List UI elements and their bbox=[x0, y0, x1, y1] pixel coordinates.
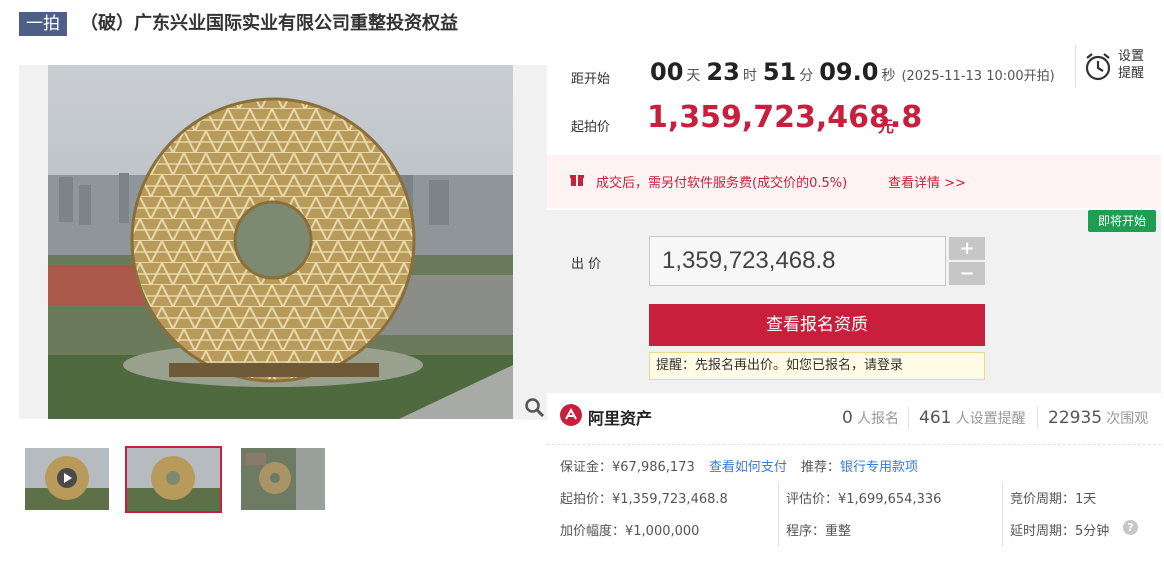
deposit-row: 保证金：¥67,986,173 查看如何支付 推荐：银行专用款项 bbox=[560, 456, 918, 475]
start-time-note: (2025-11-13 10:00开拍) bbox=[901, 69, 1055, 84]
view-count-value: 22935 bbox=[1048, 408, 1103, 428]
thumbnail-photo-selected[interactable] bbox=[125, 446, 222, 513]
decrease-bid-button[interactable]: − bbox=[949, 262, 985, 285]
signup-count-value: 0 bbox=[842, 408, 853, 428]
countdown-label: 距开始 bbox=[571, 72, 611, 87]
thumbnail-video[interactable] bbox=[25, 448, 109, 510]
platform-name: 阿里资产 bbox=[588, 409, 653, 428]
view-details-link[interactable]: 查看详情 >> bbox=[888, 172, 966, 191]
deposit-value: ¥67,986,173 bbox=[612, 460, 695, 475]
reminder-count-label: 人设置提醒 bbox=[955, 411, 1026, 427]
countdown-hours: 23 bbox=[706, 58, 740, 86]
column-divider bbox=[778, 482, 779, 546]
alarm-clock-icon[interactable] bbox=[1084, 51, 1112, 87]
countdown-timer: 00 天 23 时 51 分 09.0 秒 (2025-11-13 10:00开拍) bbox=[650, 58, 1055, 86]
minutes-unit: 分 bbox=[799, 68, 814, 84]
status-badge: 即将开始 bbox=[1088, 210, 1156, 232]
detail-bid-cycle: 竞价周期：1天 bbox=[1010, 492, 1097, 507]
building-photo-illustration bbox=[48, 65, 513, 419]
detail-procedure: 程序：重整 bbox=[786, 524, 852, 539]
countdown-seconds: 09.0 bbox=[819, 58, 879, 86]
detail-extension-cycle: 延时周期：5分钟 bbox=[1010, 524, 1110, 539]
detail-start-price: 起拍价：¥1,359,723,468.8 bbox=[560, 492, 728, 507]
reminder-count: 461 人设置提醒 bbox=[919, 408, 1026, 428]
bank-payment-link[interactable]: 银行专用款项 bbox=[840, 460, 918, 475]
countdown-days: 00 bbox=[650, 58, 684, 86]
detail-increment: 加价幅度：¥1,000,000 bbox=[560, 524, 700, 539]
login-tip: 提醒：先报名再出价。如您已报名，请登录 bbox=[649, 352, 985, 380]
main-photo[interactable] bbox=[19, 65, 547, 419]
gift-icon bbox=[570, 172, 584, 191]
page-title: （破）广东兴业国际实业有限公司重整投资权益 bbox=[80, 13, 458, 34]
ali-logo-icon bbox=[560, 404, 582, 426]
column-divider bbox=[1002, 482, 1003, 546]
set-reminder-label[interactable]: 设置提醒 bbox=[1118, 48, 1152, 82]
view-count-label: 次围观 bbox=[1106, 411, 1149, 427]
search-zoom-icon[interactable] bbox=[522, 395, 547, 420]
deposit-label: 保证金： bbox=[560, 460, 613, 475]
service-fee-text: 成交后，需另付软件服务费(成交价的0.5%) bbox=[596, 176, 848, 191]
reminder-count-value: 461 bbox=[919, 408, 952, 428]
increase-bid-button[interactable]: + bbox=[949, 237, 985, 260]
bid-amount-input[interactable]: 1,359,723,468.8 bbox=[649, 236, 946, 286]
bid-label: 出 价 bbox=[571, 257, 602, 272]
start-price-unit: 元 bbox=[878, 117, 895, 136]
signup-count: 0 人报名 bbox=[842, 408, 899, 428]
signup-count-label: 人报名 bbox=[856, 411, 899, 427]
thumbnail-aerial[interactable] bbox=[241, 448, 325, 510]
view-count: 22935 次围观 bbox=[1048, 408, 1148, 428]
recommend-label: 推荐： bbox=[801, 460, 841, 475]
start-price-label: 起拍价 bbox=[571, 120, 611, 135]
auction-round-tag: 一拍 bbox=[19, 12, 67, 36]
stats-divider bbox=[908, 407, 909, 429]
detail-appraisal-price: 评估价：¥1,699,654,336 bbox=[786, 492, 942, 507]
stats-divider bbox=[1037, 407, 1038, 429]
view-signup-qualification-button[interactable]: 查看报名资质 bbox=[649, 304, 985, 346]
seconds-unit: 秒 bbox=[881, 68, 896, 84]
help-icon[interactable]: ? bbox=[1123, 520, 1138, 535]
days-unit: 天 bbox=[686, 68, 701, 84]
hours-unit: 时 bbox=[742, 68, 757, 84]
countdown-minutes: 51 bbox=[762, 58, 797, 86]
how-to-pay-link[interactable]: 查看如何支付 bbox=[709, 460, 787, 475]
